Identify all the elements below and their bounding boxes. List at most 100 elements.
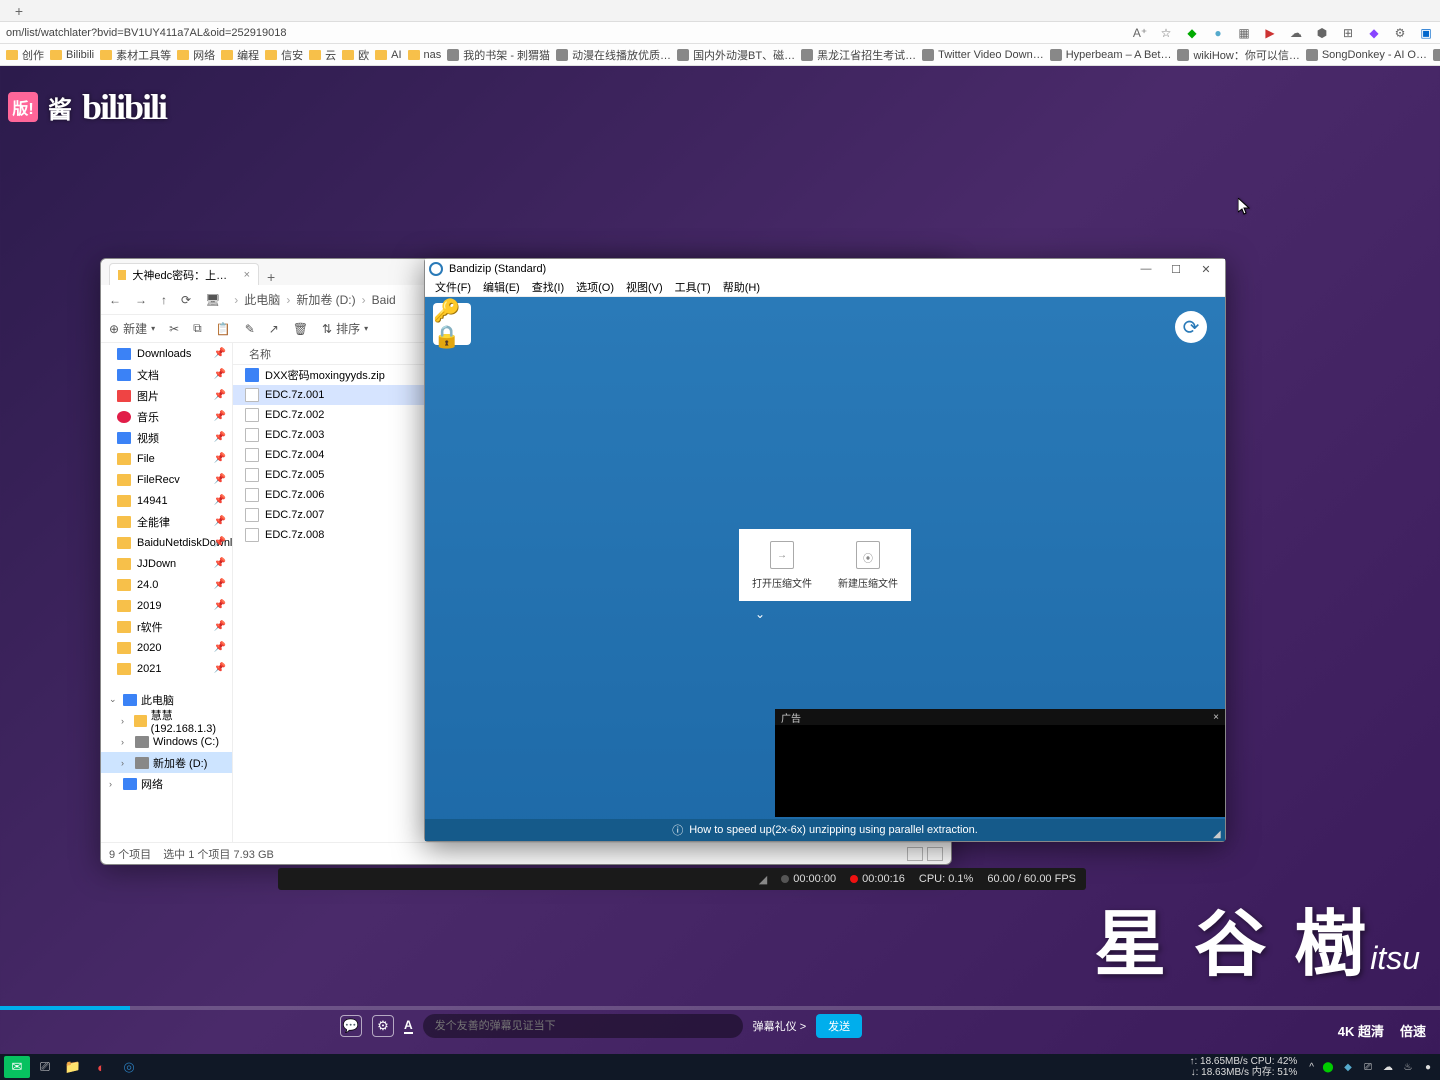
- ext-icon-3[interactable]: ▦: [1236, 25, 1252, 41]
- tray-icon[interactable]: ◆: [1340, 1059, 1356, 1075]
- crumb-1[interactable]: 新加卷 (D:): [296, 291, 355, 308]
- taskbar-app-icon[interactable]: ⎚: [32, 1056, 58, 1078]
- send-button[interactable]: 发送: [816, 1014, 862, 1038]
- pin-icon[interactable]: 📌: [214, 642, 226, 653]
- tree-item[interactable]: ›慧慧 (192.168.1.3): [101, 710, 232, 731]
- lock-archive-button[interactable]: 🔑🔒: [433, 303, 471, 345]
- expand-options-icon[interactable]: ⌄: [755, 607, 765, 621]
- bookmark-item[interactable]: wikiHow：你可以信…: [1177, 47, 1299, 63]
- bookmark-item[interactable]: 编程: [221, 47, 259, 63]
- speed-button[interactable]: 倍速: [1400, 1021, 1426, 1040]
- pin-icon[interactable]: 📌: [214, 474, 226, 485]
- tray-icon[interactable]: ⬤: [1320, 1059, 1336, 1075]
- expand-icon[interactable]: ›: [121, 716, 130, 726]
- ext-icon-9[interactable]: ⚙: [1392, 25, 1408, 41]
- ext-icon-8[interactable]: ◆: [1366, 25, 1382, 41]
- read-aloud-icon[interactable]: A⁺: [1132, 25, 1148, 41]
- taskbar-wechat-icon[interactable]: ✉: [4, 1056, 30, 1078]
- danmu-toggle-icon[interactable]: 💬: [340, 1015, 362, 1037]
- explorer-tab[interactable]: 大神edc密码：上村花论坛看小 ×: [109, 263, 259, 285]
- ext-icon-1[interactable]: ◆: [1184, 25, 1200, 41]
- rename-icon[interactable]: ✎: [245, 322, 255, 336]
- nav-up-icon[interactable]: ↑: [161, 293, 167, 307]
- pin-icon[interactable]: 📌: [214, 453, 226, 464]
- sidebar-item[interactable]: 文档📌: [101, 364, 232, 385]
- bookmark-item[interactable]: 黑龙江省招生考试…: [801, 47, 916, 63]
- pin-icon[interactable]: 📌: [214, 663, 226, 674]
- taskbar-browser-icon[interactable]: ◐: [88, 1056, 114, 1078]
- bookmark-item[interactable]: 素材工具等: [100, 47, 171, 63]
- menu-item[interactable]: 帮助(H): [719, 279, 764, 296]
- danmu-etiquette[interactable]: 弹幕礼仪 >: [753, 1018, 806, 1034]
- bookmark-item[interactable]: 动漫在线播放优质…: [556, 47, 671, 63]
- pin-icon[interactable]: 📌: [214, 516, 226, 527]
- bookmark-item[interactable]: nas: [408, 49, 442, 61]
- bookmark-item[interactable]: 信安: [265, 47, 303, 63]
- view-large-icon[interactable]: [927, 847, 943, 861]
- video-progress-bar[interactable]: [0, 1006, 1440, 1010]
- menu-item[interactable]: 选项(O): [572, 279, 618, 296]
- sidebar-item[interactable]: 图片📌: [101, 385, 232, 406]
- expand-icon[interactable]: ›: [109, 779, 119, 789]
- expand-icon[interactable]: ›: [121, 758, 131, 768]
- taskbar-explorer-icon[interactable]: 📁: [60, 1056, 86, 1078]
- sidebar-item[interactable]: File📌: [101, 448, 232, 469]
- copy-icon[interactable]: ⧉: [193, 321, 202, 336]
- tray-icon[interactable]: ♨: [1400, 1059, 1416, 1075]
- bookmark-item[interactable]: 云: [309, 47, 336, 63]
- resize-grip-icon[interactable]: ◢: [1213, 829, 1225, 841]
- danmu-input[interactable]: [423, 1014, 743, 1038]
- bookmark-item[interactable]: 我的书架 - 刺猬猫: [447, 47, 550, 63]
- sidebar-item[interactable]: 14941📌: [101, 490, 232, 511]
- tree-item[interactable]: ›网络: [101, 773, 232, 794]
- sidebar-item[interactable]: 全能律📌: [101, 511, 232, 532]
- taskbar-bandizip-icon[interactable]: ◎: [116, 1056, 142, 1078]
- name-column[interactable]: 名称: [249, 346, 271, 362]
- bandizip-titlebar[interactable]: Bandizip (Standard) — ☐ ✕: [425, 259, 1225, 279]
- pin-icon[interactable]: 📌: [214, 348, 226, 359]
- bookmark-item[interactable]: Twitter Video Down…: [922, 49, 1044, 61]
- menu-item[interactable]: 视图(V): [622, 279, 667, 296]
- pin-icon[interactable]: 📌: [214, 369, 226, 380]
- pin-icon[interactable]: 📌: [214, 411, 226, 422]
- bookmark-item[interactable]: AI: [375, 49, 401, 61]
- open-archive-button[interactable]: 打开压缩文件: [739, 529, 825, 601]
- menu-item[interactable]: 工具(T): [671, 279, 715, 296]
- nav-forward-icon[interactable]: →: [135, 293, 147, 307]
- tray-icon[interactable]: ⎚: [1360, 1059, 1376, 1075]
- close-button[interactable]: ✕: [1191, 260, 1221, 278]
- cut-icon[interactable]: ✂: [169, 322, 179, 336]
- pc-icon[interactable]: 🖥: [205, 293, 220, 307]
- sidebar-item[interactable]: 视频📌: [101, 427, 232, 448]
- menu-item[interactable]: 查找(I): [528, 279, 568, 296]
- sidebar-item[interactable]: 2020📌: [101, 637, 232, 658]
- url-text[interactable]: om/list/watchlater?bvid=BV1UY411a7AL&oid…: [6, 27, 1132, 39]
- crumb-0[interactable]: 此电脑: [244, 291, 280, 308]
- tray-icon[interactable]: ☁: [1380, 1059, 1396, 1075]
- favorite-icon[interactable]: ☆: [1158, 25, 1174, 41]
- sidebar-item[interactable]: FileRecv📌: [101, 469, 232, 490]
- tray-chevron-icon[interactable]: ^: [1309, 1062, 1314, 1073]
- pin-icon[interactable]: 📌: [214, 390, 226, 401]
- new-explorer-tab[interactable]: +: [267, 269, 275, 285]
- danmu-settings-icon[interactable]: ⚙: [372, 1015, 394, 1037]
- new-button[interactable]: ⊕新建▾: [109, 320, 155, 337]
- tray-icon[interactable]: ●: [1420, 1059, 1436, 1075]
- bandizip-tip-bar[interactable]: ⓘ How to speed up(2x-6x) unzipping using…: [425, 819, 1225, 841]
- ad-close-icon[interactable]: ×: [1213, 712, 1219, 723]
- ext-icon-4[interactable]: ▶: [1262, 25, 1278, 41]
- expand-icon[interactable]: ›: [121, 737, 131, 747]
- ext-icon-2[interactable]: ●: [1210, 25, 1226, 41]
- sort-button[interactable]: ⇅排序▾: [322, 320, 368, 337]
- crumb-2[interactable]: Baid: [372, 293, 396, 307]
- ext-icon-6[interactable]: ⬢: [1314, 25, 1330, 41]
- share-icon[interactable]: ↗: [269, 322, 279, 336]
- sidebar-item[interactable]: 音乐📌: [101, 406, 232, 427]
- ext-icon-7[interactable]: ⊞: [1340, 25, 1356, 41]
- pin-icon[interactable]: 📌: [214, 600, 226, 611]
- bookmark-item[interactable]: Bilibili: [50, 49, 94, 61]
- ext-icon-5[interactable]: ☁: [1288, 25, 1304, 41]
- sidebar-item[interactable]: Downloads📌: [101, 343, 232, 364]
- delete-icon[interactable]: 🗑: [293, 322, 308, 336]
- nav-refresh-icon[interactable]: ⟳: [181, 293, 191, 307]
